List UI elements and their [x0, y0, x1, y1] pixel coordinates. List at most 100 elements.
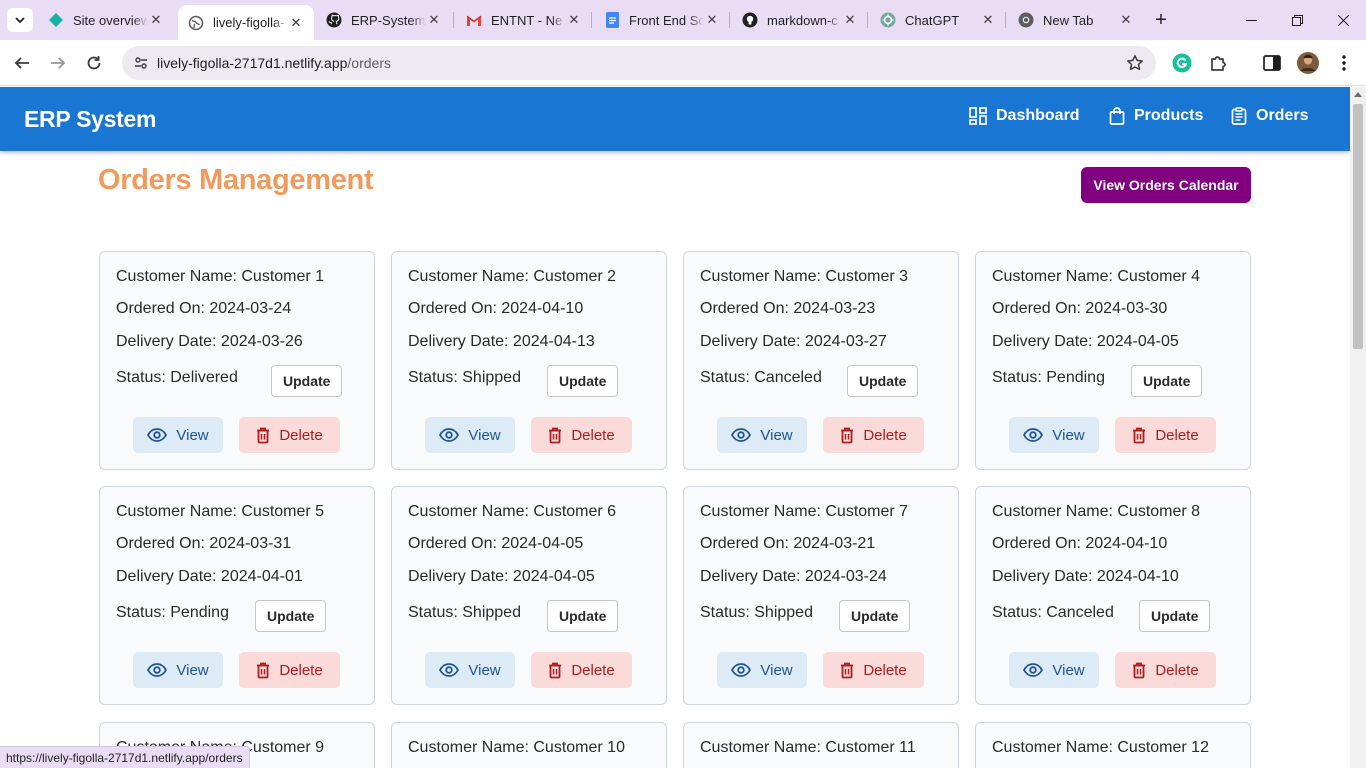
trash-icon	[1133, 662, 1146, 678]
tab-separator	[729, 12, 730, 28]
order-card: Customer Name: Customer 10	[391, 722, 667, 768]
delete-order-button[interactable]: Delete	[239, 417, 340, 453]
trash-icon	[549, 662, 562, 678]
customer-name: Customer Name: Customer 3	[700, 268, 909, 285]
view-label: View	[468, 661, 501, 679]
side-panel-icon[interactable]	[1260, 51, 1284, 75]
update-status-button[interactable]: Update	[547, 365, 619, 397]
extension-grammarly-icon[interactable]	[1170, 51, 1194, 75]
view-label: View	[1052, 426, 1085, 444]
view-order-button[interactable]: View	[1009, 417, 1099, 453]
delete-label: Delete	[279, 426, 323, 444]
browser-tab-5[interactable]: markdown-c ✕	[732, 0, 868, 40]
delivery-date: Delivery Date: 2024-03-24	[700, 568, 887, 585]
browser-tab-4[interactable]: Front End Sc ✕	[594, 0, 730, 40]
update-status-button[interactable]: Update	[547, 600, 619, 632]
customer-name: Customer Name: Customer 4	[992, 268, 1201, 285]
view-order-button[interactable]: View	[1009, 652, 1099, 688]
view-order-button[interactable]: View	[133, 417, 223, 453]
view-label: View	[1052, 661, 1085, 679]
gmail-icon	[466, 12, 482, 28]
update-status-button[interactable]: Update	[1139, 600, 1211, 632]
tab-title: lively-figolla-	[213, 15, 285, 30]
order-status: Status: Shipped	[700, 604, 813, 621]
tab-title: ChatGPT	[905, 12, 960, 28]
close-icon[interactable]: ✕	[842, 12, 858, 28]
order-card: Customer Name: Customer 3 Ordered On: 202…	[683, 251, 959, 470]
tab-title: New Tab	[1043, 12, 1094, 28]
update-status-button[interactable]: Update	[847, 365, 919, 397]
customer-name: Customer Name: Customer 10	[408, 739, 625, 756]
close-icon[interactable]: ✕	[566, 12, 582, 28]
tab-separator	[867, 12, 868, 28]
app-brand[interactable]: ERP System	[24, 106, 156, 133]
nav-dashboard-label: Dashboard	[996, 107, 1080, 124]
close-icon[interactable]: ✕	[704, 12, 720, 28]
delete-order-button[interactable]: Delete	[823, 417, 924, 453]
browser-tab-6[interactable]: ChatGPT ✕	[870, 0, 1006, 40]
delete-order-button[interactable]: Delete	[1115, 417, 1216, 453]
view-order-button[interactable]: View	[425, 652, 515, 688]
close-icon	[1337, 14, 1349, 26]
view-order-button[interactable]: View	[133, 652, 223, 688]
delivery-date: Delivery Date: 2024-03-27	[700, 333, 887, 350]
close-icon[interactable]: ✕	[148, 12, 164, 28]
delete-order-button[interactable]: Delete	[1115, 652, 1216, 688]
restore-button[interactable]	[1274, 0, 1320, 40]
delete-label: Delete	[1155, 661, 1199, 679]
update-status-button[interactable]: Update	[271, 365, 343, 397]
scrollbar-thumb[interactable]	[1353, 104, 1363, 349]
close-icon[interactable]: ✕	[288, 15, 304, 31]
delete-label: Delete	[863, 426, 907, 444]
tab-search-button[interactable]	[7, 8, 33, 32]
view-order-button[interactable]: View	[717, 652, 807, 688]
close-window-button[interactable]	[1320, 0, 1366, 40]
close-icon[interactable]: ✕	[426, 12, 442, 28]
view-order-button[interactable]: View	[425, 417, 515, 453]
nav-products[interactable]: Products	[1109, 107, 1203, 125]
browser-tab-1[interactable]: lively-figolla- ✕	[178, 5, 314, 40]
back-button[interactable]	[6, 47, 38, 79]
reload-button[interactable]	[78, 47, 110, 79]
browser-tab-7[interactable]: New Tab ✕	[1008, 0, 1144, 40]
site-info-icon[interactable]	[130, 52, 152, 74]
address-bar[interactable]: lively-figolla-2717d1.netlify.app/orders	[122, 46, 1156, 80]
update-status-button[interactable]: Update	[1131, 365, 1203, 397]
trash-icon	[549, 427, 562, 443]
chrome-icon	[1018, 12, 1034, 28]
delete-order-button[interactable]: Delete	[239, 652, 340, 688]
forward-button[interactable]	[42, 47, 74, 79]
customer-name: Customer Name: Customer 11	[700, 739, 916, 756]
ordered-on: Ordered On: 2024-03-24	[116, 300, 292, 317]
close-icon[interactable]: ✕	[1118, 12, 1134, 28]
nav-orders[interactable]: Orders	[1231, 107, 1308, 125]
delete-order-button[interactable]: Delete	[531, 652, 632, 688]
browser-tab-2[interactable]: ERP-System/ ✕	[316, 0, 452, 40]
delete-label: Delete	[863, 661, 907, 679]
nav-dashboard[interactable]: Dashboard	[969, 107, 1080, 125]
scroll-up-arrow-icon[interactable]	[1354, 92, 1362, 97]
arrow-right-icon	[51, 57, 66, 69]
browser-tab-0[interactable]: Site overview ✕	[38, 0, 174, 40]
view-orders-calendar-button[interactable]: View Orders Calendar	[1081, 167, 1251, 203]
order-card: Customer Name: Customer 12	[975, 722, 1251, 768]
extensions-puzzle-icon[interactable]	[1206, 51, 1230, 75]
profile-avatar[interactable]	[1296, 51, 1320, 75]
eye-icon	[1023, 663, 1044, 677]
page-scrollbar[interactable]	[1350, 87, 1366, 768]
minimize-button[interactable]	[1228, 0, 1274, 40]
view-order-button[interactable]: View	[717, 417, 807, 453]
new-tab-button[interactable]: +	[1150, 8, 1172, 32]
order-card: Customer Name: Customer 7 Ordered On: 202…	[683, 486, 959, 705]
delete-order-button[interactable]: Delete	[531, 417, 632, 453]
update-status-button[interactable]: Update	[839, 600, 911, 632]
browser-tab-3[interactable]: ENTNT - Ne ✕	[456, 0, 592, 40]
delete-order-button[interactable]: Delete	[823, 652, 924, 688]
trash-icon	[257, 427, 270, 443]
bookmark-star-icon[interactable]	[1126, 54, 1144, 77]
update-status-button[interactable]: Update	[255, 600, 327, 632]
eye-icon	[147, 428, 168, 442]
more-menu-icon[interactable]	[1332, 51, 1356, 75]
close-icon[interactable]: ✕	[980, 12, 996, 28]
url-text[interactable]: lively-figolla-2717d1.netlify.app/orders	[157, 55, 391, 71]
